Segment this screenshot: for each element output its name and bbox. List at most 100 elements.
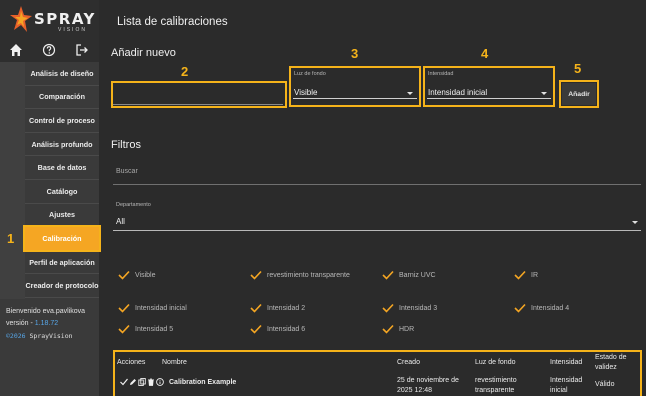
annotation-number-2: 2 <box>181 64 189 79</box>
filter-label: Intensidad 2 <box>267 304 306 312</box>
filters-title: Filtros <box>111 139 141 151</box>
sidebar-item-database[interactable]: Base de datos <box>25 156 99 180</box>
header-actions: Acciones <box>117 359 146 366</box>
filter-check-hdr[interactable]: HDR <box>382 324 414 334</box>
filter-check-intensity-5[interactable]: Intensidad 5 <box>118 324 173 334</box>
home-icon[interactable] <box>9 43 23 57</box>
search-input[interactable]: Buscar <box>113 160 641 185</box>
row-validity: Válido <box>595 381 615 388</box>
copyright-name: SprayVision <box>25 332 73 340</box>
filter-label: Intensidad 6 <box>267 325 306 333</box>
copyright-year: ©2026 <box>6 332 26 340</box>
filter-label: Intensidad inicial <box>135 304 187 312</box>
header-validity-line-1: Estado de <box>595 354 627 361</box>
department-select[interactable]: Departamento All <box>113 197 641 231</box>
add-button[interactable]: Añadir <box>562 83 596 105</box>
filter-label: Visible <box>135 271 156 279</box>
delete-icon[interactable] <box>147 378 155 386</box>
filter-check-intensity-6[interactable]: Intensidad 6 <box>250 324 305 334</box>
logout-icon[interactable] <box>75 43 89 57</box>
filter-check-uvc-varnish[interactable]: Barniz UVC <box>382 270 436 280</box>
version-number: 1.18.72 <box>34 320 59 327</box>
header-created[interactable]: Creado <box>397 358 420 368</box>
checkmark-icon <box>250 303 262 313</box>
intensity-label: Intensidad <box>428 71 454 77</box>
row-created-line-2: 2025 12:48 <box>397 387 433 394</box>
sidebar-icon-bar <box>0 38 99 62</box>
checkmark-icon <box>382 324 394 334</box>
filter-check-visible[interactable]: Visible <box>118 270 156 280</box>
annotation-number-1: 1 <box>7 231 15 246</box>
calibration-name-input[interactable] <box>113 85 283 105</box>
row-created-line-1: 25 de noviembre de <box>397 377 459 384</box>
sidebar-item-catalog[interactable]: Catálogo <box>25 180 99 204</box>
logo: SPRAY VISION <box>0 0 99 38</box>
logo-subtext: VISION <box>58 27 87 33</box>
chevron-down-icon <box>632 221 638 224</box>
filter-label: Intensidad 5 <box>135 325 174 333</box>
user-info: Bienvenido eva.pavlikova versión - 1.18.… <box>6 306 85 342</box>
filter-check-intensity-4[interactable]: Intensidad 4 <box>514 303 569 313</box>
select-underline <box>427 98 551 99</box>
row-background-line-2: transparente <box>475 387 515 394</box>
sidebar-item-settings[interactable]: Ajustes <box>25 204 99 228</box>
filter-check-intensity-2[interactable]: Intensidad 2 <box>250 303 305 313</box>
filter-label: HDR <box>399 325 415 333</box>
filter-check-clear-coat[interactable]: revestimiento transparente <box>250 270 350 280</box>
filter-check-intensity-3[interactable]: Intensidad 3 <box>382 303 437 313</box>
annotation-number-5: 5 <box>574 61 582 76</box>
chevron-down-icon <box>541 92 547 95</box>
header-validity-line-2: validez <box>595 364 617 371</box>
row-name[interactable]: Calibration Example <box>169 378 236 388</box>
edit-icon[interactable] <box>129 378 137 386</box>
header-name[interactable]: Nombre <box>162 358 187 368</box>
filter-label: IR <box>531 271 538 279</box>
header-intensity[interactable]: Intensidad <box>550 358 582 368</box>
sidebar-item-process-control[interactable]: Control de proceso <box>25 109 99 133</box>
intensity-value: Intensidad inicial <box>428 88 488 97</box>
checkmark-icon <box>118 270 130 280</box>
spray-logo-icon <box>10 6 32 32</box>
checkmark-icon <box>382 270 394 280</box>
info-icon[interactable] <box>156 378 164 386</box>
background-light-select[interactable]: Luz de fondo Visible <box>289 66 421 107</box>
sidebar-item-application-profile[interactable]: Perfil de aplicación <box>25 251 99 275</box>
background-light-value: Visible <box>294 88 318 97</box>
sidebar-item-protocol-creator[interactable]: Creador de protocolo <box>25 274 99 298</box>
row-background: revestimiento transparente <box>475 376 517 396</box>
checkmark-icon <box>118 324 130 334</box>
filter-label: revestimiento transparente <box>267 271 350 279</box>
row-actions <box>120 378 164 386</box>
help-icon[interactable] <box>42 43 56 57</box>
filter-check-initial-intensity[interactable]: Intensidad inicial <box>118 303 187 313</box>
checkmark-icon <box>514 303 526 313</box>
checkmark-icon <box>514 270 526 280</box>
copyright-line: ©2026 SprayVision <box>6 330 85 342</box>
sidebar-item-deep-analysis[interactable]: Análisis profundo <box>25 133 99 157</box>
filter-check-ir[interactable]: IR <box>514 270 538 280</box>
row-intensity: Intensidad inicial <box>550 376 582 396</box>
annotation-box-1 <box>23 225 101 252</box>
version-label: versión - <box>6 320 35 327</box>
row-background-line-1: revestimiento <box>475 377 517 384</box>
page-title: Lista de calibraciones <box>117 16 228 28</box>
calibration-table: Acciones Nombre Creado Luz de fondo Inte… <box>113 350 641 396</box>
department-value: All <box>116 217 125 226</box>
intensity-select[interactable]: Intensidad Intensidad inicial <box>423 66 555 107</box>
check-icon[interactable] <box>120 378 128 386</box>
add-new-title: Añadir nuevo <box>111 47 176 59</box>
search-placeholder: Buscar <box>116 168 138 175</box>
checkmark-icon <box>250 324 262 334</box>
filter-label: Intensidad 3 <box>399 304 438 312</box>
header-validity[interactable]: Estado de validez <box>595 353 627 373</box>
sidebar-item-comparison[interactable]: Comparación <box>25 86 99 110</box>
checkmark-icon <box>250 270 262 280</box>
sidebar-item-design-analysis[interactable]: Análisis de diseño <box>25 62 99 86</box>
copy-icon[interactable] <box>138 378 146 386</box>
header-background[interactable]: Luz de fondo <box>475 358 515 368</box>
background-light-label: Luz de fondo <box>294 71 326 77</box>
welcome-text: Bienvenido eva.pavlikova <box>6 308 85 315</box>
row-created: 25 de noviembre de 2025 12:48 <box>397 376 459 396</box>
logo-text: SPRAY <box>34 10 96 28</box>
select-underline <box>293 98 417 99</box>
